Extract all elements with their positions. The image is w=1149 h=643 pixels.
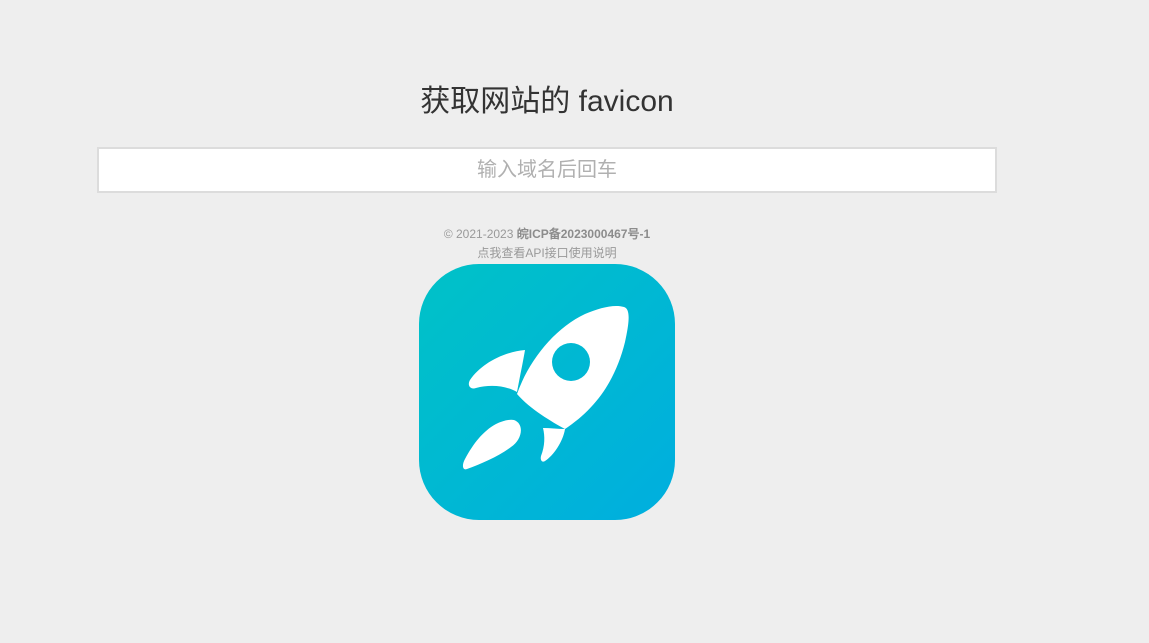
page-title: 获取网站的 favicon [420, 85, 674, 118]
copyright-line: © 2021-2023 皖ICP备2023000467号-1 [0, 225, 1094, 244]
domain-search-input[interactable] [97, 147, 997, 193]
copyright-text: © 2021-2023 [443, 227, 517, 241]
footer: © 2021-2023 皖ICP备2023000467号-1 点我查看API接口… [0, 225, 1094, 263]
icp-link[interactable]: 皖ICP备2023000467号-1 [517, 227, 650, 241]
rocket-icon [419, 264, 675, 520]
api-docs-link[interactable]: 点我查看API接口使用说明 [477, 244, 616, 263]
page: 获取网站的 favicon © 2021-2023 皖ICP备202300046… [0, 0, 1149, 643]
